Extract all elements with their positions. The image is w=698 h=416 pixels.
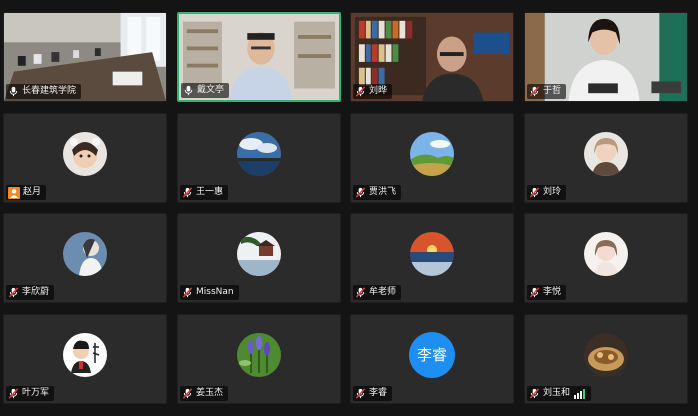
microphone-muted-icon — [355, 388, 366, 399]
name-label: 叶万军 — [6, 386, 55, 401]
microphone-muted-icon — [182, 287, 193, 298]
video-grid: 长春建筑学院 戴文亭 刘晔 于哲赵月 王一惠 贾洪飞 刘玲李欣蔚 MissNan 牟老师 李悦叶万… — [0, 0, 698, 416]
avatar — [584, 232, 628, 276]
name-label: 贾洪飞 — [353, 185, 402, 200]
avatar — [584, 333, 628, 377]
signal-strength-icon — [574, 388, 586, 399]
participant-name: 贾洪飞 — [369, 187, 397, 197]
avatar — [237, 232, 281, 276]
avatar — [410, 132, 454, 176]
participant-name: 王一惠 — [196, 187, 224, 197]
microphone-icon — [183, 85, 194, 96]
name-label: 李悦 — [527, 285, 567, 300]
avatar — [63, 132, 107, 176]
microphone-muted-icon — [529, 86, 540, 97]
microphone-muted-icon — [529, 187, 540, 198]
microphone-muted-icon — [8, 388, 19, 399]
avatar — [63, 232, 107, 276]
participant-tile[interactable]: 王一惠 — [177, 113, 341, 203]
participant-name: 于哲 — [543, 86, 562, 96]
participant-tile[interactable]: 刘玉和 — [524, 314, 688, 404]
name-label: 长春建筑学院 — [6, 84, 82, 99]
participant-tile[interactable]: 贾洪飞 — [350, 113, 514, 203]
user-icon — [8, 186, 20, 199]
name-label: 于哲 — [527, 84, 567, 99]
participant-tile[interactable]: 李欣蔚 — [3, 213, 167, 303]
participant-name: 李悦 — [543, 287, 562, 297]
microphone-muted-icon — [182, 187, 193, 198]
microphone-muted-icon — [8, 287, 19, 298]
name-label: 牟老师 — [353, 285, 402, 300]
name-label: 刘晔 — [353, 84, 393, 99]
participant-tile[interactable]: 叶万军 — [3, 314, 167, 404]
participant-name: 李欣蔚 — [22, 287, 50, 297]
participant-tile[interactable]: 姜玉杰 — [177, 314, 341, 404]
participant-name: 牟老师 — [369, 287, 397, 297]
participant-name: 李睿 — [369, 388, 388, 398]
participant-tile[interactable]: 李睿 李睿 — [350, 314, 514, 404]
participant-name: 长春建筑学院 — [22, 86, 77, 96]
participant-tile[interactable]: 李悦 — [524, 213, 688, 303]
avatar — [237, 333, 281, 377]
participant-name: 刘玲 — [543, 187, 562, 197]
participant-tile[interactable]: MissNan — [177, 213, 341, 303]
avatar — [584, 132, 628, 176]
participant-name: MissNan — [196, 287, 234, 297]
microphone-muted-icon — [355, 187, 366, 198]
participant-name: 戴文亭 — [197, 85, 225, 95]
participant-name: 刘玉和 — [543, 388, 571, 398]
avatar — [410, 232, 454, 276]
microphone-muted-icon — [529, 287, 540, 298]
avatar-initials: 李睿 — [409, 332, 455, 378]
avatar — [63, 333, 107, 377]
participant-name: 赵月 — [23, 187, 42, 197]
participant-tile[interactable]: 长春建筑学院 — [3, 12, 167, 102]
participant-name: 叶万军 — [22, 388, 50, 398]
name-label: 李欣蔚 — [6, 285, 55, 300]
microphone-muted-icon — [355, 287, 366, 298]
avatar — [237, 132, 281, 176]
name-label: 刘玲 — [527, 185, 567, 200]
name-label: 姜玉杰 — [180, 386, 229, 401]
participant-tile[interactable]: 于哲 — [524, 12, 688, 102]
name-label: 王一惠 — [180, 185, 229, 200]
name-label: 赵月 — [6, 185, 47, 200]
microphone-muted-icon — [355, 86, 366, 97]
microphone-muted-icon — [529, 388, 540, 399]
participant-name: 刘晔 — [369, 86, 388, 96]
name-label: 李睿 — [353, 386, 393, 401]
name-label: 刘玉和 — [527, 386, 592, 401]
microphone-muted-icon — [182, 388, 193, 399]
participant-tile[interactable]: 赵月 — [3, 113, 167, 203]
microphone-icon — [8, 86, 19, 97]
participant-name: 姜玉杰 — [196, 388, 224, 398]
participant-tile[interactable]: 戴文亭 — [177, 12, 341, 102]
name-label: 戴文亭 — [181, 83, 230, 98]
name-label: MissNan — [180, 285, 239, 300]
participant-tile[interactable]: 刘晔 — [350, 12, 514, 102]
participant-tile[interactable]: 刘玲 — [524, 113, 688, 203]
participant-tile[interactable]: 牟老师 — [350, 213, 514, 303]
